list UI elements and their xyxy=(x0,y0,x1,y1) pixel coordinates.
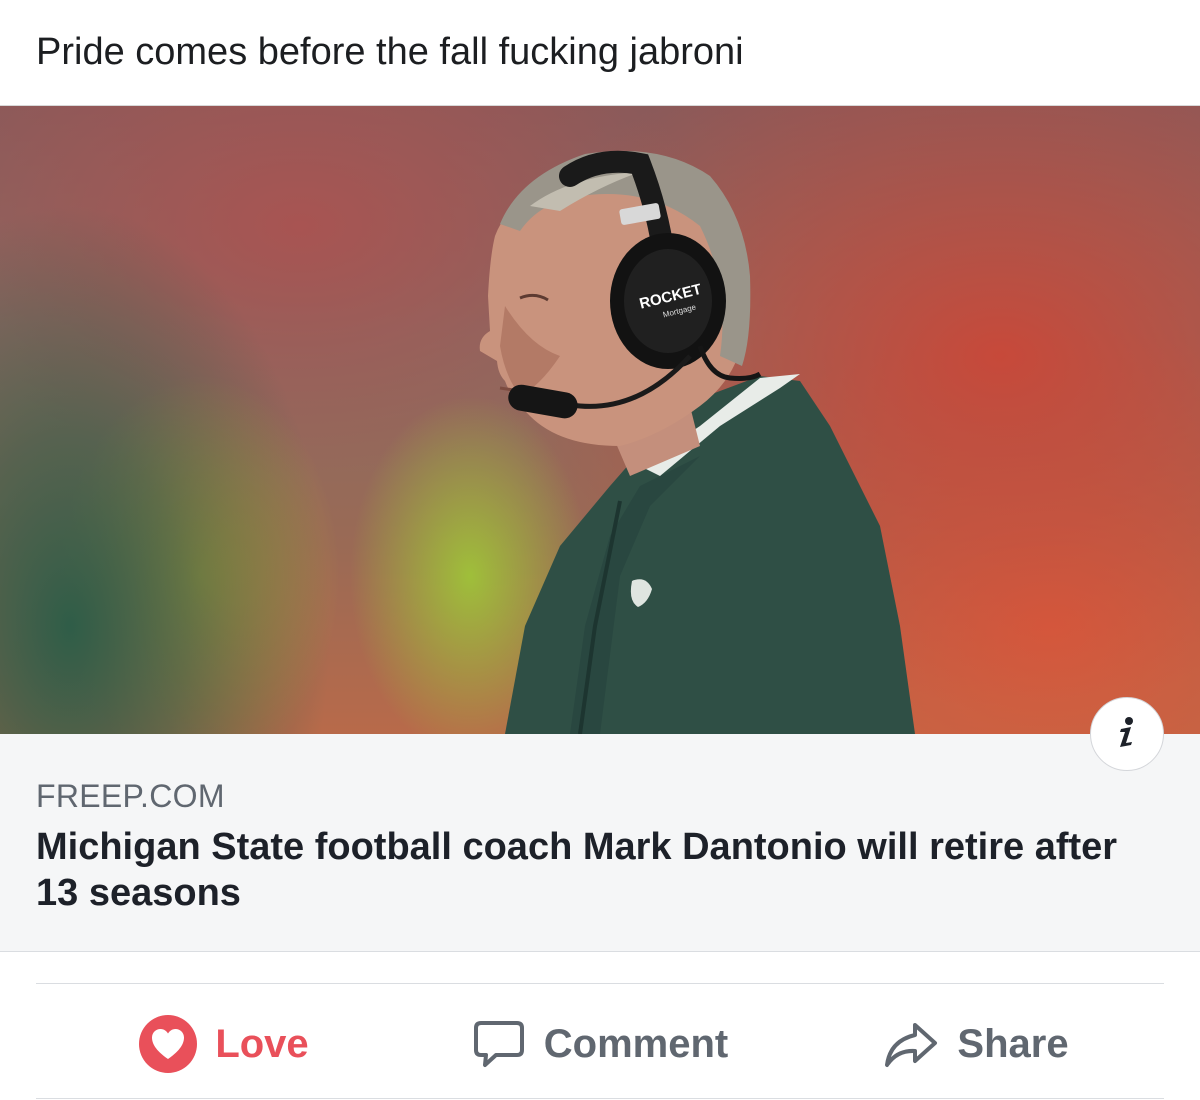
love-button[interactable]: Love xyxy=(36,1015,412,1073)
info-button[interactable] xyxy=(1090,697,1164,771)
love-label: Love xyxy=(215,1021,309,1066)
heart-icon xyxy=(139,1015,198,1073)
action-divider-bottom xyxy=(36,1098,1164,1099)
share-button[interactable]: Share xyxy=(788,1019,1164,1069)
link-headline[interactable]: Michigan State football coach Mark Danto… xyxy=(36,824,1136,916)
link-domain: FREEP.COM xyxy=(36,778,225,814)
share-icon xyxy=(883,1019,939,1069)
comment-label: Comment xyxy=(543,1021,729,1066)
post-text: Pride comes before the fall fucking jabr… xyxy=(36,31,744,73)
link-preview-image[interactable]: ROCKET Mortgage xyxy=(0,105,1200,734)
info-icon xyxy=(1117,716,1137,753)
coach-photo: ROCKET Mortgage xyxy=(479,150,915,734)
comment-icon xyxy=(472,1017,526,1071)
action-bar: Love Comment Share xyxy=(36,1000,1164,1088)
link-caption[interactable]: FREEP.COM Michigan State football coach … xyxy=(0,734,1200,952)
link-preview-card[interactable]: ROCKET Mortgage FREEP.COM Michigan State… xyxy=(0,105,1200,952)
action-divider-top xyxy=(36,983,1164,984)
share-label: Share xyxy=(957,1021,1069,1066)
comment-button[interactable]: Comment xyxy=(412,1017,788,1071)
